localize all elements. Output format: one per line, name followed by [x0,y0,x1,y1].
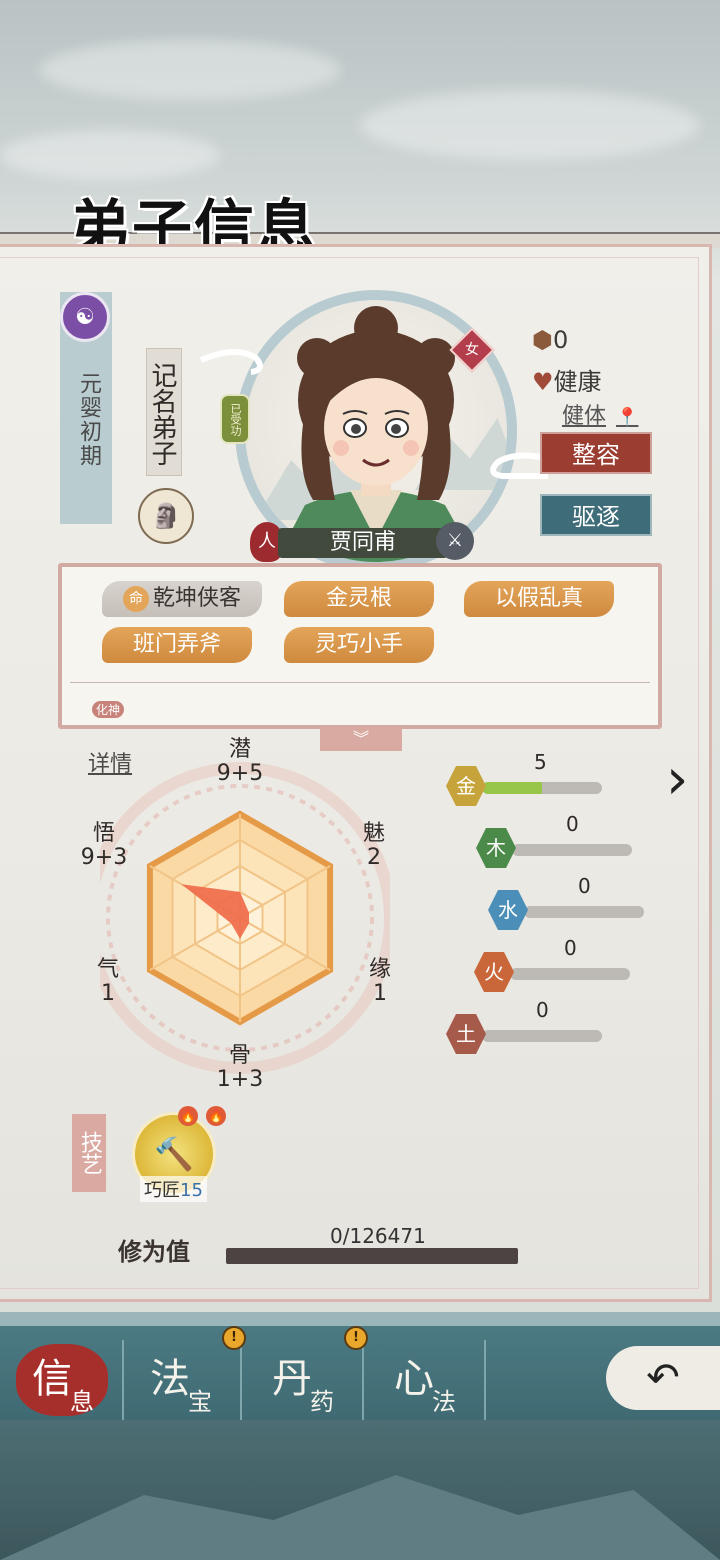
attr-gu: 骨 1+3 [216,1043,264,1092]
expand-chevron-icon[interactable]: ︾ [320,727,402,751]
fame-count: ⬢0 [532,326,569,354]
sword-icon[interactable]: ⚔ [436,522,474,560]
attr-yuan: 缘1 [368,957,391,1006]
element-value: 0 [564,936,577,960]
element-row: 金5 [446,750,626,810]
flame-icon: 🔥 [178,1106,198,1126]
restyle-button[interactable]: 整容 [540,432,652,474]
element-value: 0 [536,998,549,1022]
attr-qian: 潜 9+5 [216,737,264,786]
rank-label: 记名弟子 [146,348,182,476]
expel-button[interactable]: 驱逐 [540,494,652,536]
yin-yang-icon: ☯ [60,292,110,342]
element-row: 土0 [446,998,626,1058]
element-icon: 水 [488,890,528,930]
element-row: 木0 [476,812,656,872]
traits-panel: 命乾坤侠客 金灵根 以假乱真 班门弄斧 灵巧小手 化神 [58,563,662,729]
trait-item[interactable]: 命乾坤侠客 [102,581,262,617]
tab-mind-method[interactable]: 心法 [368,1340,486,1420]
element-icon: 木 [476,828,516,868]
skills-label: 技艺 [72,1114,106,1192]
attr-mei: 魅2 [362,821,385,870]
trait-extra: 化神 [92,701,125,718]
element-bar [482,1030,602,1042]
attr-qi: 气1 [96,957,119,1006]
element-value: 0 [578,874,591,898]
next-arrow-icon[interactable]: › [666,748,710,812]
divider [70,682,650,683]
element-bar [482,782,602,794]
element-icon: 金 [446,766,486,806]
attr-wu: 悟 9+3 [80,821,128,870]
alert-icon: ! [222,1326,246,1350]
element-icon: 土 [446,1014,486,1054]
cultivation-label: 修为值 [118,1237,190,1266]
trait-item[interactable]: 金灵根 [284,581,434,617]
character-name: 贾同甫 [278,528,448,558]
alert-icon: ! [344,1326,368,1350]
footer-scene [0,1420,720,1560]
element-row: 水0 [488,874,668,934]
trait-item[interactable]: 以假乱真 [464,581,614,617]
location-pin-icon: 📍 [616,407,639,428]
skill-name: 巧匠15 [140,1176,207,1202]
tab-pills[interactable]: 丹药 ! [246,1326,368,1420]
element-icon: 火 [474,952,514,992]
element-row: 火0 [474,936,654,996]
element-value: 0 [566,812,579,836]
learned-badge: 已受功 [220,394,250,444]
physique-label[interactable]: 健体 📍 [562,398,638,430]
cultivation-value: 0/126471 [330,1224,426,1248]
element-bar [512,844,632,856]
trait-item[interactable]: 灵巧小手 [284,627,434,663]
tab-treasure[interactable]: 法宝 ! [124,1326,246,1420]
cloud-swirl-left [199,349,263,375]
back-arrow-icon[interactable]: ↶ [606,1346,720,1410]
mushroom-icon: ⬢ [532,326,553,354]
flame-icon: 🔥 [206,1106,226,1126]
attribute-radar: 潜 9+5 魅2 缘1 骨 1+3 气1 悟 9+3 [81,738,391,1092]
fate-badge: 命 [122,586,149,612]
health-status: ♥健康 [532,368,602,396]
element-bar [524,906,644,918]
trait-item[interactable]: 班门弄斧 [102,627,252,663]
tab-info[interactable]: 信息 [6,1340,124,1420]
realm-text: 元婴初期 [76,372,101,468]
heart-icon: ♥ [532,368,554,396]
statue-icon[interactable]: 🗿 [138,488,194,544]
element-bar [510,968,630,980]
cultivation-bar [226,1248,518,1264]
element-value: 5 [534,750,547,774]
